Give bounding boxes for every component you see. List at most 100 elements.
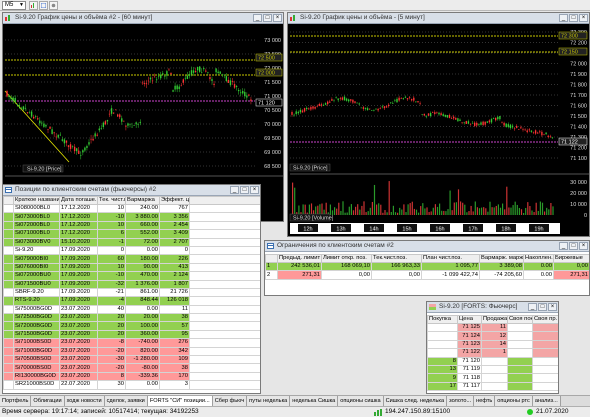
workspace-tab[interactable]: опционы сишка	[338, 396, 384, 406]
chart2-price-plot[interactable]: 72 30072 20072 10072 00071 90071 80071 7…	[288, 24, 589, 236]
limits-title-bar[interactable]: Ограничения по клиентским счетам #2	[265, 241, 589, 252]
workspace-tab[interactable]: Портфель	[0, 396, 32, 406]
close-icon[interactable]: ×	[579, 242, 588, 250]
candle	[137, 124, 139, 125]
position-row[interactable]: RTS-9.20 17.09.2020 -4 848.44 126 018	[3, 296, 260, 306]
position-row[interactable]: Si073000BL0 17.12.2020 -10 3 880.00 3 356	[3, 212, 260, 222]
maximize-icon[interactable]: □	[569, 14, 578, 22]
column-header[interactable]: Тек.чист.поз.	[371, 254, 422, 263]
minimize-icon[interactable]: _	[559, 242, 568, 250]
positions-title-bar[interactable]: Позиции по клиентским счетам (фьючерсы) …	[3, 185, 260, 196]
maximize-icon[interactable]: □	[263, 14, 272, 22]
position-row[interactable]: Si71000BG0D 23.07.2020 -20 820.00 342	[3, 346, 260, 357]
net-position-cell: -10	[97, 212, 126, 222]
workspace-tab[interactable]: неделька Сишка	[290, 396, 339, 406]
column-header[interactable]: Предыд. лимит	[277, 254, 322, 263]
orderbook-row[interactable]: 71 123 14	[427, 339, 558, 350]
orderbook-row[interactable]: 8 71 120	[427, 356, 558, 366]
position-row[interactable]: SBRF-9.20 17.09.2020 -21 861.00 21 726	[3, 287, 260, 298]
position-row[interactable]: Si071000BL0 17.12.2020 6 552.00 3 409	[3, 229, 260, 239]
minimize-icon[interactable]: _	[230, 186, 239, 194]
column-header: Продажа	[481, 315, 508, 324]
position-row[interactable]: SI080000BL0 17.12.2020 10 240.00 767	[3, 203, 260, 214]
limits-row[interactable]: 1 242 536,01 168 069,10 166 963,33 1 095…	[265, 261, 589, 272]
row-selector-cell	[3, 229, 14, 239]
position-row[interactable]: Si072000BL0 17.12.2020 10 660.00 2 454	[3, 220, 260, 231]
column-header[interactable]: Вармарж. марж.	[479, 254, 524, 263]
new-chart-button[interactable]	[29, 1, 38, 10]
orderbook-row[interactable]: 17 71 117	[427, 381, 558, 392]
orderbook-row[interactable]: 13 71 119	[427, 364, 558, 375]
limits-row[interactable]: 2 271,31 0,00 0,00 -1 099 422,74 -74 205…	[265, 270, 589, 280]
position-row[interactable]: Si70500BS0D 23.07.2020 -30 -1 280.00 109	[3, 355, 260, 365]
workspace-tab[interactable]: нефть	[474, 396, 496, 406]
position-row[interactable]: Si72000BG0D 23.07.2020 20 100.00 57	[3, 321, 260, 331]
orderbook-row[interactable]: 71 122 1	[427, 348, 558, 358]
own-ask-cell	[532, 331, 558, 341]
column-header[interactable]: План чист.поз.	[421, 254, 480, 263]
position-row[interactable]: Si073000BV0 15.10.2020 -1 72.00 2 707	[3, 237, 260, 247]
position-row[interactable]: Si-9.20 17.09.2020 0 0.00 0	[3, 245, 260, 256]
column-header[interactable]: Вармаржа	[125, 196, 160, 205]
workspace-tab[interactable]: Сбер фьюч	[212, 396, 248, 406]
column-header[interactable]: Лимит откр. поз.	[321, 254, 372, 263]
interval-select[interactable]: M5 ▼	[2, 1, 26, 10]
volume-bar	[415, 209, 418, 215]
maximize-icon[interactable]: □	[569, 242, 578, 250]
position-row[interactable]: Si72500BG0D 23.07.2020 20 20.00 38	[3, 313, 260, 323]
filler-cell	[189, 313, 260, 323]
chart2-title-bar[interactable]: Si-9.20 График цены и объёма - [5 минут]	[288, 13, 589, 24]
minimize-icon[interactable]: _	[253, 14, 262, 22]
orderbook-row[interactable]: 9 71 118	[427, 373, 558, 383]
close-icon[interactable]: ×	[579, 14, 588, 22]
position-row[interactable]: Si076000BI0 17.09.2020 10 90.00 413	[3, 262, 260, 273]
expiry-date-cell: 17.09.2020	[59, 262, 98, 273]
close-icon[interactable]: ×	[250, 186, 259, 194]
workspace-tab[interactable]: анализ...	[532, 396, 561, 406]
expiry-date-cell: 23.07.2020	[59, 371, 98, 382]
position-row[interactable]: Si072000BU0 17.09.2020 -10 470.00 2 124	[3, 271, 260, 281]
position-row[interactable]: Si079000BI0 17.09.2020 60 180.00 226	[3, 254, 260, 264]
workspace-tab[interactable]: сделок, заявки	[104, 396, 148, 406]
column-header[interactable]: Тек. чист.поз.	[97, 196, 126, 205]
volume-bar	[315, 206, 317, 215]
instrument-name-cell: Si72000BG0D	[13, 321, 60, 331]
column-header[interactable]: Эффект. цен	[159, 196, 190, 205]
price-tick-label: 69 500	[264, 136, 281, 142]
candle	[532, 131, 535, 133]
workspace-tab[interactable]: ходж новости	[64, 396, 105, 406]
workspace-tab[interactable]: Облигации	[31, 396, 65, 406]
minimize-icon[interactable]: _	[559, 14, 568, 22]
settings-button[interactable]	[49, 1, 58, 10]
workspace-tab[interactable]: путы неделька	[247, 396, 291, 406]
orderbook-window-controls: _ □ ×	[528, 303, 557, 311]
orderbook-row[interactable]: 71 125 11	[427, 322, 558, 333]
column-header[interactable]: Дата погаше.	[59, 196, 98, 205]
minimize-icon[interactable]: _	[528, 303, 537, 311]
column-header[interactable]: Накоплен. д	[523, 254, 554, 263]
chart1-title-bar[interactable]: Si-9.20 График цены и объёма #2 - [60 ми…	[3, 13, 283, 24]
column-header[interactable]: Краткое название	[13, 196, 60, 205]
position-row[interactable]: Si071500BU0 17.09.2020 -32 1 376.00 1 807	[3, 279, 260, 289]
position-row[interactable]: Si71500BG0D 23.07.2020 20 360.00 95	[3, 329, 260, 340]
column-header[interactable]	[265, 254, 278, 263]
position-row[interactable]: Si75000BG0D 23.07.2020 40 0.00 11	[3, 304, 260, 315]
new-table-button[interactable]	[39, 1, 48, 10]
position-row[interactable]: Si70000BS0D 23.07.2020 -20 -80.00 38	[3, 363, 260, 373]
effective-price-cell: 342	[159, 346, 190, 357]
position-row[interactable]: RI130000BG0D 23.07.2020 8 -339.36 170	[3, 371, 260, 382]
workspace-tab[interactable]: опционы ртс	[495, 396, 533, 406]
candle	[18, 105, 20, 107]
orderbook-row[interactable]: 71 124 12	[427, 331, 558, 341]
position-row[interactable]: Si71000BS0D 23.07.2020 -8 -740.00 276	[3, 338, 260, 348]
candle	[246, 95, 248, 98]
close-icon[interactable]: ×	[273, 14, 282, 22]
workspace-tab[interactable]: золото...	[447, 396, 475, 406]
close-icon[interactable]: ×	[548, 303, 557, 311]
workspace-tab[interactable]: Сишка след. неделька	[383, 396, 448, 406]
maximize-icon[interactable]: □	[538, 303, 547, 311]
workspace-tab[interactable]: FORTS "СИ" позиции...	[147, 396, 213, 406]
maximize-icon[interactable]: □	[240, 186, 249, 194]
column-header[interactable]: Биржевые	[553, 254, 589, 263]
position-row[interactable]: SR21000BS0D 22.07.2020 30 0.00 3	[3, 380, 260, 390]
